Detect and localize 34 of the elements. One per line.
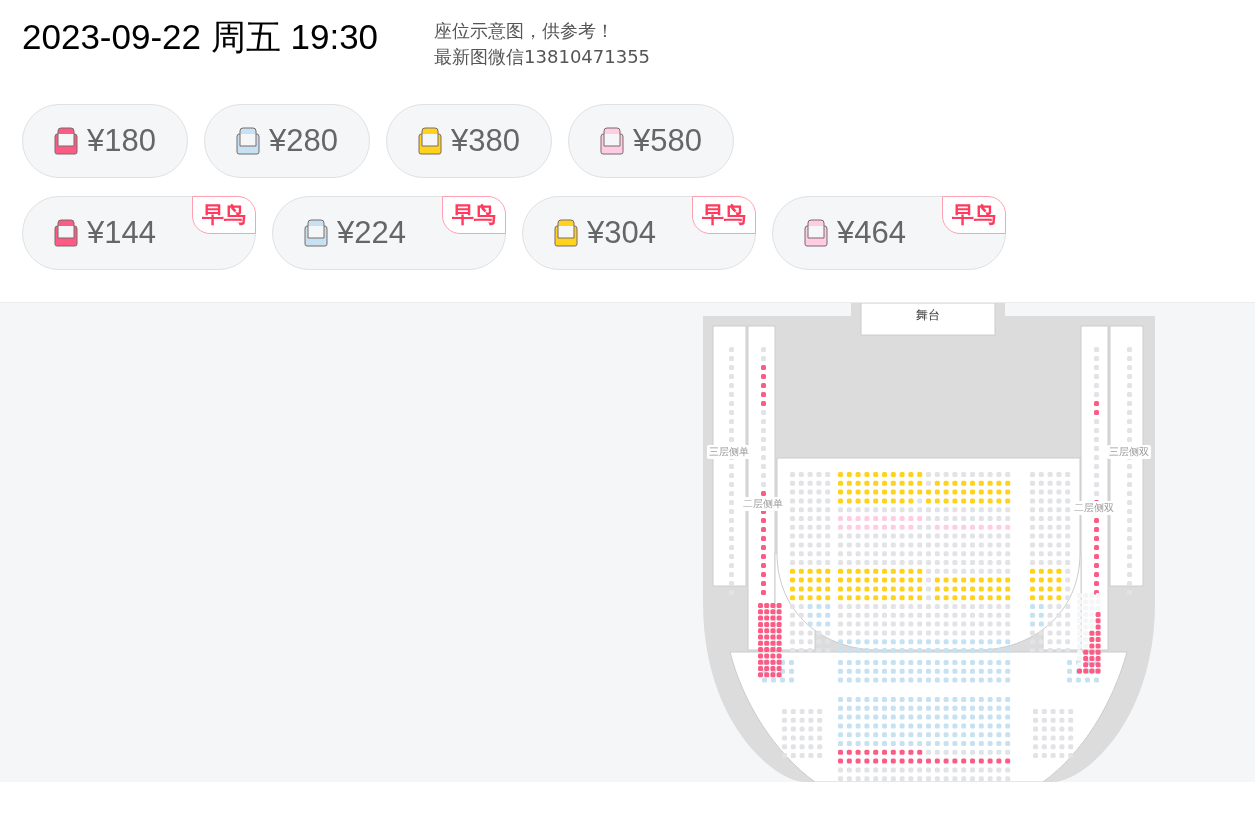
- seat-icon: [51, 126, 81, 156]
- price-option[interactable]: ¥580: [568, 104, 734, 178]
- seat-icon: [233, 126, 263, 156]
- notice-text: 最新图微信13810471355: [434, 45, 651, 69]
- early-bird-badge: 早鸟: [442, 196, 506, 234]
- price-option[interactable]: ¥144 早鸟: [22, 196, 256, 270]
- price-option[interactable]: ¥304 早鸟: [522, 196, 756, 270]
- price-label: ¥180: [87, 123, 156, 159]
- price-label: ¥464: [837, 215, 906, 251]
- price-label: ¥304: [587, 215, 656, 251]
- seat-icon: [551, 218, 581, 248]
- seat-icon: [801, 218, 831, 248]
- early-bird-badge: 早鸟: [692, 196, 756, 234]
- section-label: 三层侧双: [1109, 446, 1149, 457]
- price-label: ¥280: [269, 123, 338, 159]
- early-bird-badge: 早鸟: [192, 196, 256, 234]
- price-label: ¥224: [337, 215, 406, 251]
- early-bird-badge: 早鸟: [942, 196, 1006, 234]
- show-datetime: 2023-09-22 周五 19:30: [22, 16, 379, 58]
- section-label: 三层侧单: [709, 446, 749, 457]
- stage-label: 舞台: [916, 308, 940, 322]
- price-option[interactable]: ¥380: [386, 104, 552, 178]
- seat-icon: [415, 126, 445, 156]
- price-label: ¥580: [633, 123, 702, 159]
- price-label: ¥380: [451, 123, 520, 159]
- notice-text: 座位示意图，供参考！: [434, 19, 616, 43]
- price-option[interactable]: ¥224 早鸟: [272, 196, 506, 270]
- price-label: ¥144: [87, 215, 156, 251]
- price-option[interactable]: ¥464 早鸟: [772, 196, 1006, 270]
- price-option[interactable]: ¥180: [22, 104, 188, 178]
- seat-icon: [301, 218, 331, 248]
- seat-icon: [51, 218, 81, 248]
- seat-icon: [597, 126, 627, 156]
- price-option[interactable]: ¥280: [204, 104, 370, 178]
